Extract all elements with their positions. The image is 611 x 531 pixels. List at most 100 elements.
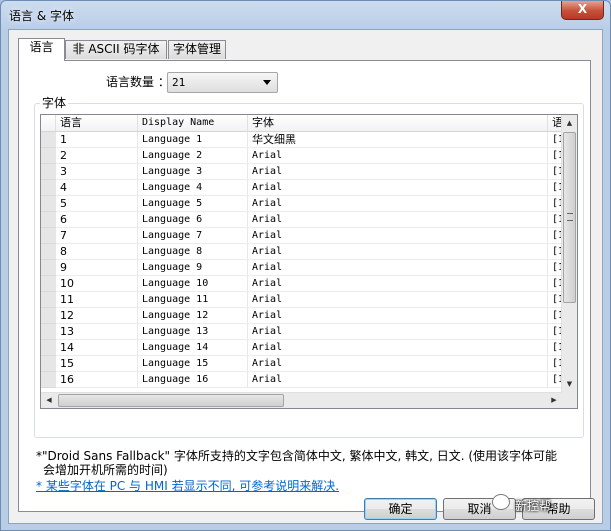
cell-font[interactable]: Arial: [248, 244, 548, 260]
row-header[interactable]: [41, 372, 56, 388]
row-header[interactable]: [41, 148, 56, 164]
cell-display-name[interactable]: Language 16: [138, 372, 248, 388]
table-row[interactable]: 11Language 11Arial[1: [41, 292, 562, 308]
cell-font[interactable]: Arial: [248, 164, 548, 180]
cell-font[interactable]: Arial: [248, 372, 548, 388]
tab-font-management[interactable]: 字体管理: [168, 40, 226, 59]
cell-extra[interactable]: [1: [548, 276, 562, 292]
table-row[interactable]: 16Language 16Arial[1: [41, 372, 562, 388]
cell-font[interactable]: Arial: [248, 340, 548, 356]
cell-display-name[interactable]: Language 8: [138, 244, 248, 260]
cell-language[interactable]: 8: [56, 244, 138, 260]
cell-extra[interactable]: [1: [548, 164, 562, 180]
cell-language[interactable]: 6: [56, 212, 138, 228]
cell-display-name[interactable]: Language 12: [138, 308, 248, 324]
table-row[interactable]: 13Language 13Arial[1: [41, 324, 562, 340]
cell-font[interactable]: 华文细黑: [248, 132, 548, 148]
column-header-display-name[interactable]: Display Name: [138, 115, 248, 131]
horizontal-scroll-thumb[interactable]: [58, 394, 284, 407]
table-row[interactable]: 9Language 9Arial[1: [41, 260, 562, 276]
ok-button[interactable]: 确定: [364, 498, 437, 520]
row-header[interactable]: [41, 260, 56, 276]
row-header[interactable]: [41, 276, 56, 292]
vertical-scroll-thumb[interactable]: [563, 132, 576, 303]
close-button[interactable]: X: [561, 1, 604, 20]
table-row[interactable]: 2Language 2Arial[1: [41, 148, 562, 164]
cell-language[interactable]: 1: [56, 132, 138, 148]
cell-display-name[interactable]: Language 4: [138, 180, 248, 196]
cell-language[interactable]: 12: [56, 308, 138, 324]
cell-extra[interactable]: [1: [548, 372, 562, 388]
cell-font[interactable]: Arial: [248, 308, 548, 324]
column-header-font[interactable]: 字体: [248, 115, 548, 131]
scroll-left-icon[interactable]: ◀: [41, 393, 57, 408]
table-row[interactable]: 14Language 14Arial[1: [41, 340, 562, 356]
cell-display-name[interactable]: Language 5: [138, 196, 248, 212]
scroll-up-icon[interactable]: ▲: [562, 115, 577, 131]
vertical-scrollbar[interactable]: ▲ ▼: [561, 115, 577, 392]
cell-extra[interactable]: [1: [548, 228, 562, 244]
cell-font[interactable]: Arial: [248, 356, 548, 372]
row-header[interactable]: [41, 308, 56, 324]
tab-language[interactable]: 语言: [18, 38, 65, 61]
cell-display-name[interactable]: Language 1: [138, 132, 248, 148]
table-row[interactable]: 7Language 7Arial[1: [41, 228, 562, 244]
cell-language[interactable]: 10: [56, 276, 138, 292]
row-header[interactable]: [41, 132, 56, 148]
table-row[interactable]: 4Language 4Arial[1: [41, 180, 562, 196]
cell-font[interactable]: Arial: [248, 228, 548, 244]
table-row[interactable]: 6Language 6Arial[1: [41, 212, 562, 228]
row-header[interactable]: [41, 228, 56, 244]
table-row[interactable]: 3Language 3Arial[1: [41, 164, 562, 180]
cell-font[interactable]: Arial: [248, 196, 548, 212]
row-header[interactable]: [41, 196, 56, 212]
cell-language[interactable]: 7: [56, 228, 138, 244]
cell-display-name[interactable]: Language 15: [138, 356, 248, 372]
cell-display-name[interactable]: Language 9: [138, 260, 248, 276]
table-row[interactable]: 15Language 15Arial[1: [41, 356, 562, 372]
cell-display-name[interactable]: Language 3: [138, 164, 248, 180]
table-row[interactable]: 5Language 5Arial[1: [41, 196, 562, 212]
cell-language[interactable]: 2: [56, 148, 138, 164]
column-header-language[interactable]: 语言: [56, 115, 138, 131]
cell-display-name[interactable]: Language 11: [138, 292, 248, 308]
cell-extra[interactable]: [1: [548, 244, 562, 260]
cell-extra[interactable]: [1: [548, 180, 562, 196]
cell-font[interactable]: Arial: [248, 148, 548, 164]
row-header[interactable]: [41, 324, 56, 340]
font-help-link[interactable]: * 某些字体在 PC 与 HMI 若显示不同, 可参考说明来解决.: [36, 479, 339, 493]
row-header[interactable]: [41, 356, 56, 372]
cell-language[interactable]: 11: [56, 292, 138, 308]
cell-font[interactable]: Arial: [248, 212, 548, 228]
language-count-select[interactable]: 21: [167, 72, 278, 93]
cell-extra[interactable]: [1: [548, 356, 562, 372]
cell-font[interactable]: Arial: [248, 324, 548, 340]
cell-display-name[interactable]: Language 7: [138, 228, 248, 244]
cell-language[interactable]: 13: [56, 324, 138, 340]
cell-language[interactable]: 3: [56, 164, 138, 180]
title-bar[interactable]: 语言 & 字体 X: [1, 1, 610, 29]
table-row[interactable]: 1Language 1华文细黑[1: [41, 132, 562, 148]
cell-extra[interactable]: [1: [548, 308, 562, 324]
cell-display-name[interactable]: Language 2: [138, 148, 248, 164]
cell-extra[interactable]: [1: [548, 132, 562, 148]
cell-language[interactable]: 9: [56, 260, 138, 276]
cell-language[interactable]: 15: [56, 356, 138, 372]
cell-display-name[interactable]: Language 6: [138, 212, 248, 228]
scroll-down-icon[interactable]: ▼: [562, 376, 577, 392]
row-header[interactable]: [41, 244, 56, 260]
cell-extra[interactable]: [1: [548, 148, 562, 164]
tab-non-ascii-font[interactable]: 非 ASCII 码字体: [65, 40, 167, 59]
cell-font[interactable]: Arial: [248, 260, 548, 276]
cell-language[interactable]: 14: [56, 340, 138, 356]
cell-display-name[interactable]: Language 14: [138, 340, 248, 356]
horizontal-scrollbar[interactable]: ◀ ▶: [41, 392, 562, 408]
table-row[interactable]: 8Language 8Arial[1: [41, 244, 562, 260]
cell-font[interactable]: Arial: [248, 180, 548, 196]
column-header-extra[interactable]: 语: [548, 115, 562, 131]
cell-language[interactable]: 5: [56, 196, 138, 212]
row-header[interactable]: [41, 292, 56, 308]
cell-extra[interactable]: [1: [548, 340, 562, 356]
cell-extra[interactable]: [1: [548, 324, 562, 340]
cell-extra[interactable]: [1: [548, 292, 562, 308]
